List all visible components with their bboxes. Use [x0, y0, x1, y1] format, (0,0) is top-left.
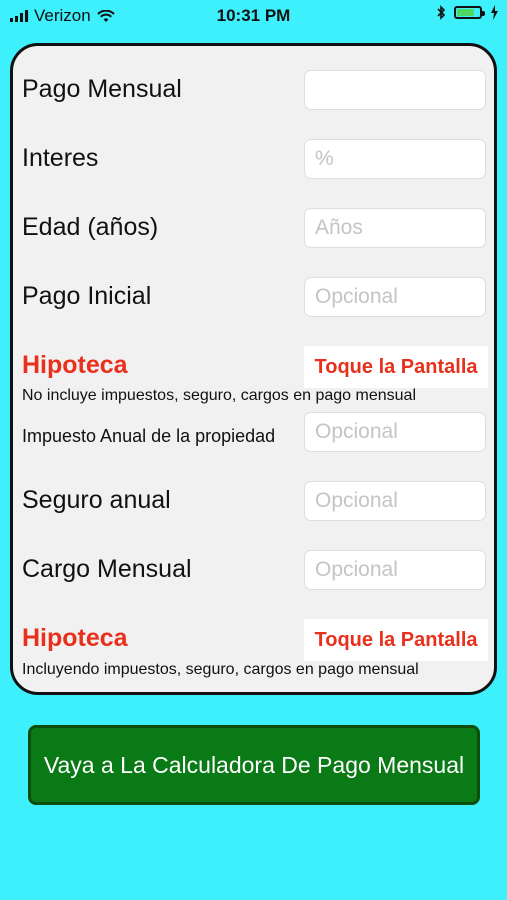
monthly-payment-label: Pago Mensual — [22, 75, 182, 103]
bluetooth-icon — [437, 5, 446, 20]
mortgage-total-title: Hipoteca — [22, 624, 128, 652]
annual-insurance-input[interactable]: Opcional — [304, 481, 486, 521]
status-icons — [437, 5, 499, 20]
tap-screen-button[interactable]: Toque la Pantalla — [304, 346, 488, 388]
interest-label: Interes — [22, 144, 99, 172]
tap-screen-total-button[interactable]: Toque la Pantalla — [304, 619, 488, 661]
monthly-fee-label: Cargo Mensual — [22, 555, 192, 583]
status-time: 10:31 PM — [216, 6, 291, 25]
monthly-fee-input[interactable]: Opcional — [304, 550, 486, 590]
mortgage-result-note: No incluye impuestos, seguro, cargos en … — [22, 387, 416, 404]
down-payment-input[interactable]: Opcional — [304, 277, 486, 317]
age-years-input[interactable]: Años — [304, 208, 486, 248]
monthly-payment-calculator-button[interactable]: Vaya a La Calculadora De Pago Mensual — [28, 725, 480, 805]
interest-input[interactable]: % — [304, 139, 486, 179]
mortgage-total-note: Incluyendo impuestos, seguro, cargos en … — [22, 661, 419, 678]
mortgage-result-title: Hipoteca — [22, 351, 128, 379]
property-tax-label: Impuesto Anual de la propiedad — [22, 426, 276, 446]
property-tax-input[interactable]: Opcional — [304, 412, 486, 452]
mortgage-form-card: Pago Mensual Interes % Edad (años) Años … — [10, 43, 497, 695]
age-years-label: Edad (años) — [22, 213, 159, 241]
battery-level — [457, 9, 474, 16]
battery-icon — [454, 6, 485, 19]
charging-icon — [491, 5, 498, 20]
status-bar: Verizon 10:31 PM — [0, 0, 507, 30]
down-payment-label: Pago Inicial — [22, 282, 152, 310]
annual-insurance-label: Seguro anual — [22, 486, 171, 514]
monthly-payment-input[interactable] — [304, 70, 486, 110]
